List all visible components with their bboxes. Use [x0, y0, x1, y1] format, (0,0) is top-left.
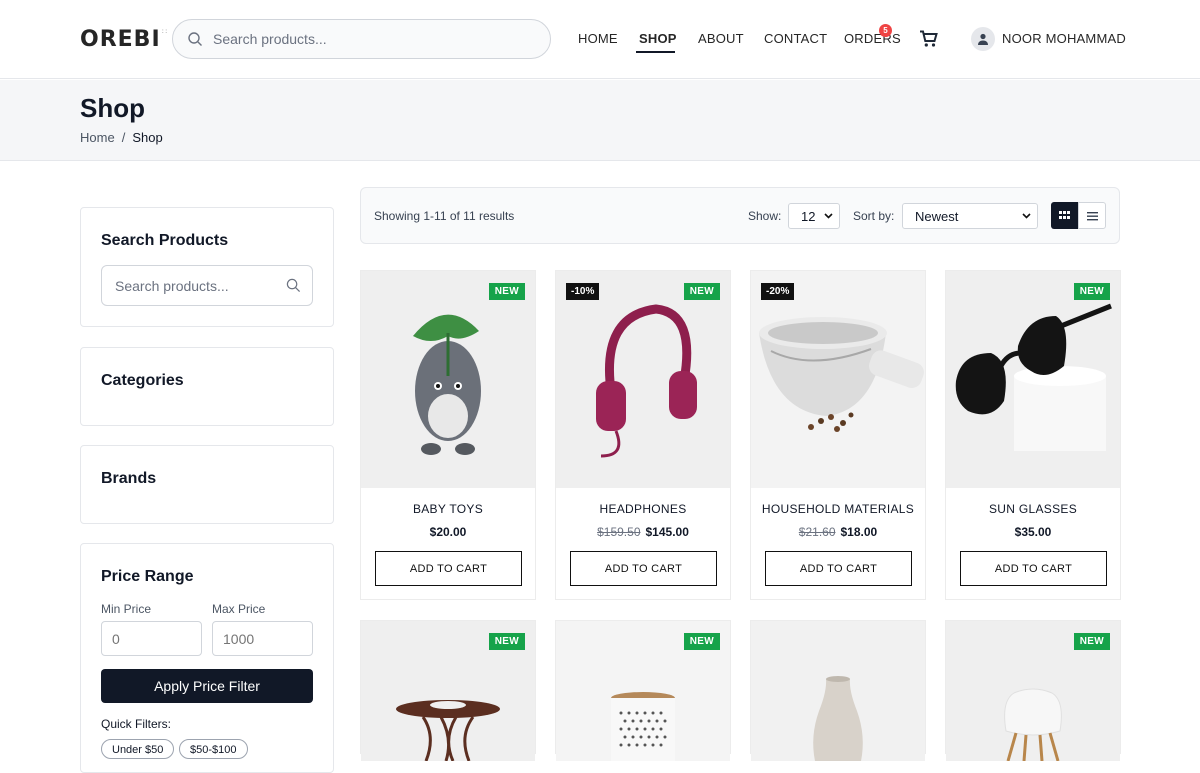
page-header: Shop Home / Shop	[0, 80, 1200, 161]
new-badge: NEW	[488, 283, 525, 300]
sidebar-search-box[interactable]	[101, 265, 313, 306]
add-to-cart-button[interactable]: ADD TO CART	[375, 551, 522, 586]
product-image-headphones[interactable]	[556, 271, 730, 488]
product-price: $159.50 $145.00	[556, 525, 730, 539]
logo[interactable]: OREBI::	[80, 27, 168, 52]
search-products-panel: Search Products	[80, 207, 334, 327]
grid-view-button[interactable]	[1051, 202, 1078, 229]
search-icon	[188, 32, 202, 46]
nav-contact[interactable]: CONTACT	[764, 31, 827, 46]
product-name[interactable]: BABY TOYS	[361, 502, 535, 516]
original-price: $159.50	[597, 525, 641, 539]
product-name[interactable]: SUN GLASSES	[946, 502, 1120, 516]
product-price: $21.60 $18.00	[751, 525, 925, 539]
brands-title[interactable]: Brands	[101, 470, 156, 488]
product-image-vase[interactable]	[751, 621, 925, 761]
breadcrumb-separator: /	[121, 130, 126, 145]
add-to-cart-button[interactable]: ADD TO CART	[765, 551, 912, 586]
current-price: $145.00	[645, 525, 689, 539]
add-to-cart-button[interactable]: ADD TO CART	[960, 551, 1107, 586]
new-badge: NEW	[1073, 633, 1110, 650]
page-title: Shop	[80, 93, 145, 123]
price-range-panel: Price Range Min Price Max Price Apply Pr…	[80, 543, 334, 773]
top-header: OREBI:: HOME SHOP ABOUT CONTACT ORDERS 5…	[0, 0, 1200, 79]
categories-title[interactable]: Categories	[101, 372, 184, 390]
search-products-title: Search Products	[101, 232, 229, 249]
product-card[interactable]: NEW	[360, 620, 536, 761]
discount-badge: -10%	[566, 283, 600, 300]
list-view-button[interactable]	[1078, 202, 1106, 229]
product-card[interactable]: -20% HOUSEHOLD MATERIALS $21.60 $18.00 AD…	[750, 270, 926, 600]
quick-filters-label: Quick Filters:	[101, 717, 172, 731]
breadcrumb-current: Shop	[132, 130, 163, 145]
new-badge: NEW	[683, 633, 720, 650]
nav-orders[interactable]: ORDERS	[844, 31, 901, 46]
product-card[interactable]: NEW	[945, 620, 1121, 761]
discount-badge: -20%	[761, 283, 795, 300]
search-icon[interactable]	[286, 278, 301, 293]
quick-filter-under-50[interactable]: Under $50	[101, 739, 175, 759]
nav-shop[interactable]: SHOP	[639, 31, 677, 46]
product-name[interactable]: HEADPHONES	[556, 502, 730, 516]
nav-about[interactable]: ABOUT	[698, 31, 744, 46]
product-image-baby-toys[interactable]	[361, 271, 535, 488]
product-card[interactable]: NEW SUN GLASSES $35.00 ADD TO CART	[945, 270, 1121, 600]
min-price-label: Min Price	[101, 602, 152, 616]
brands-panel[interactable]: Brands	[80, 445, 334, 524]
sort-select[interactable]: Newest	[902, 203, 1038, 229]
sort-value: Newest	[915, 209, 959, 224]
new-badge: NEW	[683, 283, 720, 300]
grid-icon	[1059, 211, 1070, 219]
product-name[interactable]: HOUSEHOLD MATERIALS	[751, 502, 925, 516]
header-search[interactable]	[172, 19, 551, 59]
current-price: $18.00	[840, 525, 878, 539]
product-image-sun-glasses[interactable]	[946, 271, 1120, 488]
new-badge: NEW	[488, 633, 525, 650]
new-badge: NEW	[1073, 283, 1110, 300]
chevron-down-icon	[824, 213, 833, 219]
orders-count-badge: 5	[879, 24, 892, 37]
cart-icon[interactable]	[919, 30, 938, 48]
max-price-label: Max Price	[212, 602, 266, 616]
breadcrumb: Home / Shop	[80, 130, 163, 145]
sidebar-search-input[interactable]	[115, 266, 275, 305]
product-price: $35.00	[946, 525, 1120, 539]
product-card[interactable]: -10% NEW HEADPHONES $159.50 $145.00 ADD T…	[555, 270, 731, 600]
per-page-select[interactable]: 12	[788, 203, 840, 229]
add-to-cart-button[interactable]: ADD TO CART	[570, 551, 717, 586]
nav-active-underline	[636, 51, 675, 53]
header-search-input[interactable]	[213, 20, 533, 58]
product-image-household-materials[interactable]	[751, 271, 925, 488]
min-price-input[interactable]	[101, 621, 202, 656]
nav-home[interactable]: HOME	[578, 31, 618, 46]
results-count: Showing 1-11 of 11 results	[374, 209, 515, 223]
current-price: $20.00	[429, 525, 467, 539]
sort-label: Sort by:	[853, 209, 895, 223]
show-label: Show:	[748, 209, 782, 223]
breadcrumb-home[interactable]: Home	[80, 130, 115, 145]
results-toolbar: Showing 1-11 of 11 results Show: 12 Sort…	[360, 187, 1120, 244]
product-card[interactable]: NEW	[555, 620, 731, 761]
max-price-input[interactable]	[212, 621, 313, 656]
price-range-title: Price Range	[101, 568, 194, 585]
user-avatar-icon[interactable]	[971, 27, 995, 51]
list-icon	[1087, 212, 1098, 221]
apply-price-filter-button[interactable]: Apply Price Filter	[101, 669, 313, 703]
product-price: $20.00	[361, 525, 535, 539]
user-name[interactable]: NOOR MOHAMMAD	[1002, 31, 1126, 46]
original-price: $21.60	[798, 525, 836, 539]
chevron-down-icon	[1022, 213, 1031, 219]
per-page-value: 12	[801, 209, 816, 224]
product-card[interactable]	[750, 620, 926, 761]
quick-filter-50-100[interactable]: $50-$100	[179, 739, 248, 759]
product-card[interactable]: NEW BABY TOYS $20.00 ADD TO CART	[360, 270, 536, 600]
categories-panel[interactable]: Categories	[80, 347, 334, 426]
current-price: $35.00	[1014, 525, 1052, 539]
